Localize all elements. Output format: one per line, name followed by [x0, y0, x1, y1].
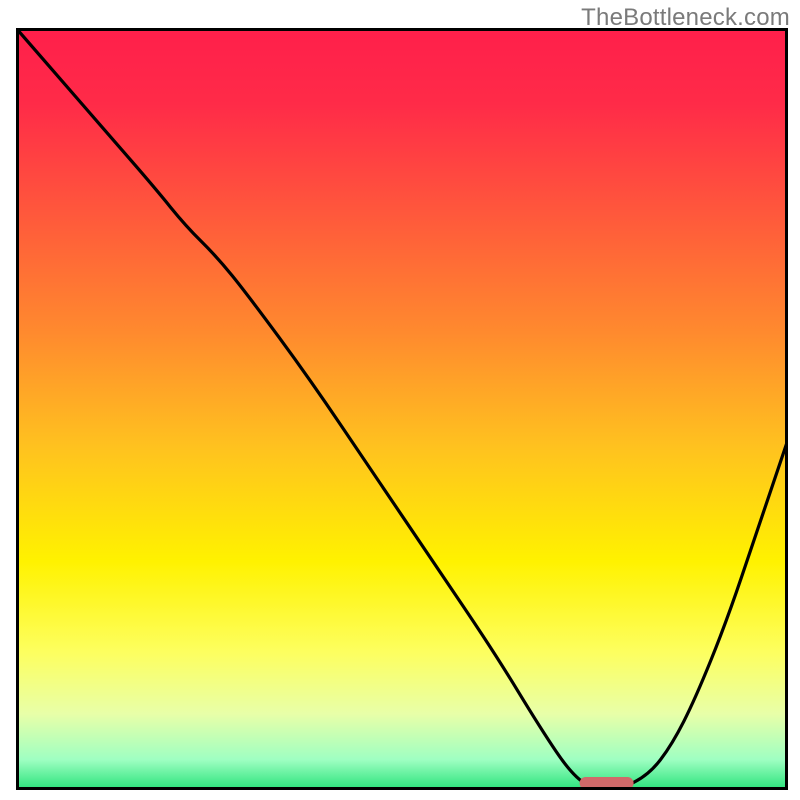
bottleneck-chart-svg: [16, 28, 788, 790]
chart-frame: TheBottleneck.com: [0, 0, 800, 800]
plot-area: [16, 28, 788, 790]
gradient-background: [16, 28, 788, 790]
